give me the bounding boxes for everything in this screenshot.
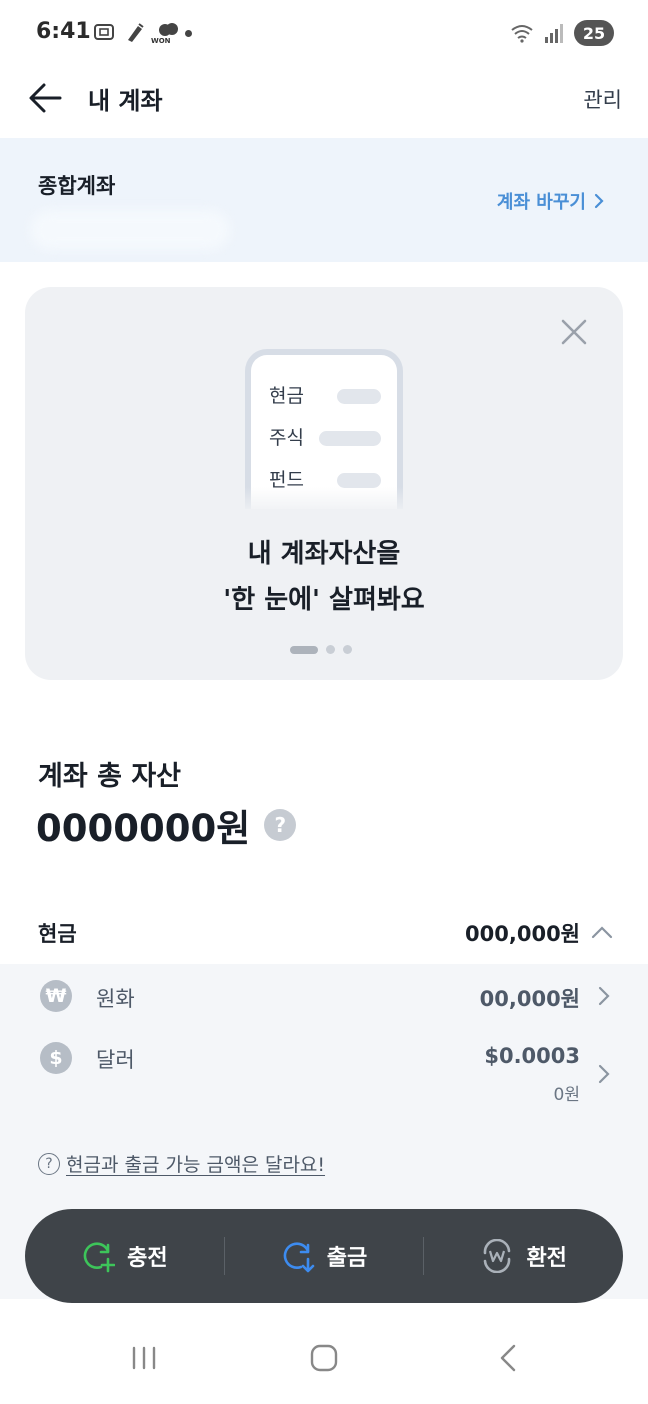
change-account-button[interactable]: 계좌 바꾸기 — [497, 188, 604, 214]
status-system-icons: 25 — [510, 20, 614, 46]
illustration-bar — [319, 431, 381, 446]
status-bar: 6:41 WON 25 — [0, 0, 648, 68]
close-icon[interactable] — [559, 317, 589, 347]
recent-apps-icon[interactable] — [126, 1340, 162, 1376]
promo-line-1: 내 계좌자산을 — [247, 539, 401, 569]
dollar-icon: $ — [40, 1042, 72, 1074]
carousel-dot — [343, 645, 352, 654]
promo-message: 내 계좌자산을 '한 눈에' 살펴봐요 — [25, 531, 623, 623]
illustration-row: 현금 — [269, 381, 304, 408]
illustration-bar — [337, 473, 381, 488]
carousel-dot — [326, 645, 335, 654]
currency-name: 원화 — [96, 987, 135, 1011]
screenshot-icon — [94, 24, 114, 40]
won-icon: ₩ — [40, 980, 72, 1012]
status-time: 6:41 — [36, 19, 91, 44]
home-icon[interactable] — [306, 1340, 342, 1376]
app-header: 내 계좌 관리 — [0, 68, 648, 138]
illustration-label: 주식 — [269, 427, 304, 449]
cash-notice[interactable]: ? 현금과 출금 가능 금액은 달라요! — [38, 1150, 325, 1177]
chevron-up-icon — [591, 926, 613, 939]
pen-icon — [128, 23, 144, 42]
currency-krw-equivalent: 0원 — [553, 1085, 580, 1105]
page-title: 내 계좌 — [88, 87, 163, 115]
chevron-right-icon — [594, 193, 604, 209]
signal-icon — [545, 24, 563, 43]
currency-amount: $0.0003 — [484, 1044, 580, 1068]
cash-summary-row[interactable]: 현금 000,000원 — [0, 904, 648, 964]
illustration-row: 주식 — [269, 423, 304, 450]
charge-button[interactable]: 충전 — [25, 1209, 224, 1303]
illustration-label: 현금 — [269, 385, 304, 407]
asset-list-illustration: 현금 주식 펀드 — [245, 349, 403, 509]
promo-banner[interactable]: 현금 주식 펀드 내 계좌자산을 '한 눈에' 살펴봐요 — [25, 287, 623, 680]
notice-link[interactable]: 현금과 출금 가능 금액은 달라요! — [66, 1150, 325, 1177]
carousel-indicator — [290, 645, 352, 654]
charge-icon — [83, 1242, 116, 1273]
total-assets-amount: 0000000원 — [36, 807, 251, 850]
total-assets-label: 계좌 총 자산 — [38, 761, 181, 792]
chevron-right-icon — [598, 986, 610, 1006]
illustration-fade — [239, 487, 409, 513]
account-number-masked — [30, 210, 230, 250]
illustration-bar — [337, 389, 381, 404]
promo-line-2: '한 눈에' 살펴봐요 — [223, 585, 425, 615]
exchange-icon — [484, 1239, 511, 1273]
battery-indicator: 25 — [574, 20, 614, 46]
currency-name: 달러 — [96, 1048, 135, 1072]
wifi-icon — [511, 25, 533, 43]
change-account-label: 계좌 바꾸기 — [496, 192, 586, 213]
account-type: 종합계좌 — [38, 174, 116, 198]
back-arrow-icon[interactable] — [26, 80, 66, 116]
withdraw-label: 출금 — [326, 1246, 368, 1271]
cash-amount: 000,000원 — [465, 922, 580, 946]
currency-row-usd[interactable]: $ 달러 $0.0003 0원 — [0, 1030, 648, 1120]
total-assets-amount-row: 0000000원 ? — [36, 798, 297, 852]
currency-amount: 00,000원 — [479, 987, 580, 1011]
chevron-right-icon — [598, 1064, 610, 1084]
carousel-dot-active — [290, 645, 318, 654]
cash-label: 현금 — [38, 922, 77, 946]
help-icon[interactable]: ? — [264, 809, 297, 841]
withdraw-button[interactable]: 출금 — [225, 1209, 424, 1303]
charge-label: 충전 — [127, 1246, 168, 1271]
currency-row-krw[interactable]: ₩ 원화 00,000원 — [0, 966, 648, 1026]
exchange-label: 환전 — [526, 1246, 567, 1271]
question-icon: ? — [38, 1152, 60, 1175]
system-nav-bar — [0, 1310, 648, 1404]
back-nav-icon[interactable] — [490, 1340, 526, 1376]
withdraw-icon — [283, 1242, 315, 1273]
manage-button[interactable]: 관리 — [583, 84, 622, 114]
action-bar: 충전 출금 환전 — [25, 1209, 623, 1303]
exchange-button[interactable]: 환전 — [424, 1209, 623, 1303]
account-selector: 종합계좌 계좌 바꾸기 — [0, 138, 648, 262]
notification-dot — [185, 30, 192, 37]
won-label: WON — [151, 37, 171, 45]
